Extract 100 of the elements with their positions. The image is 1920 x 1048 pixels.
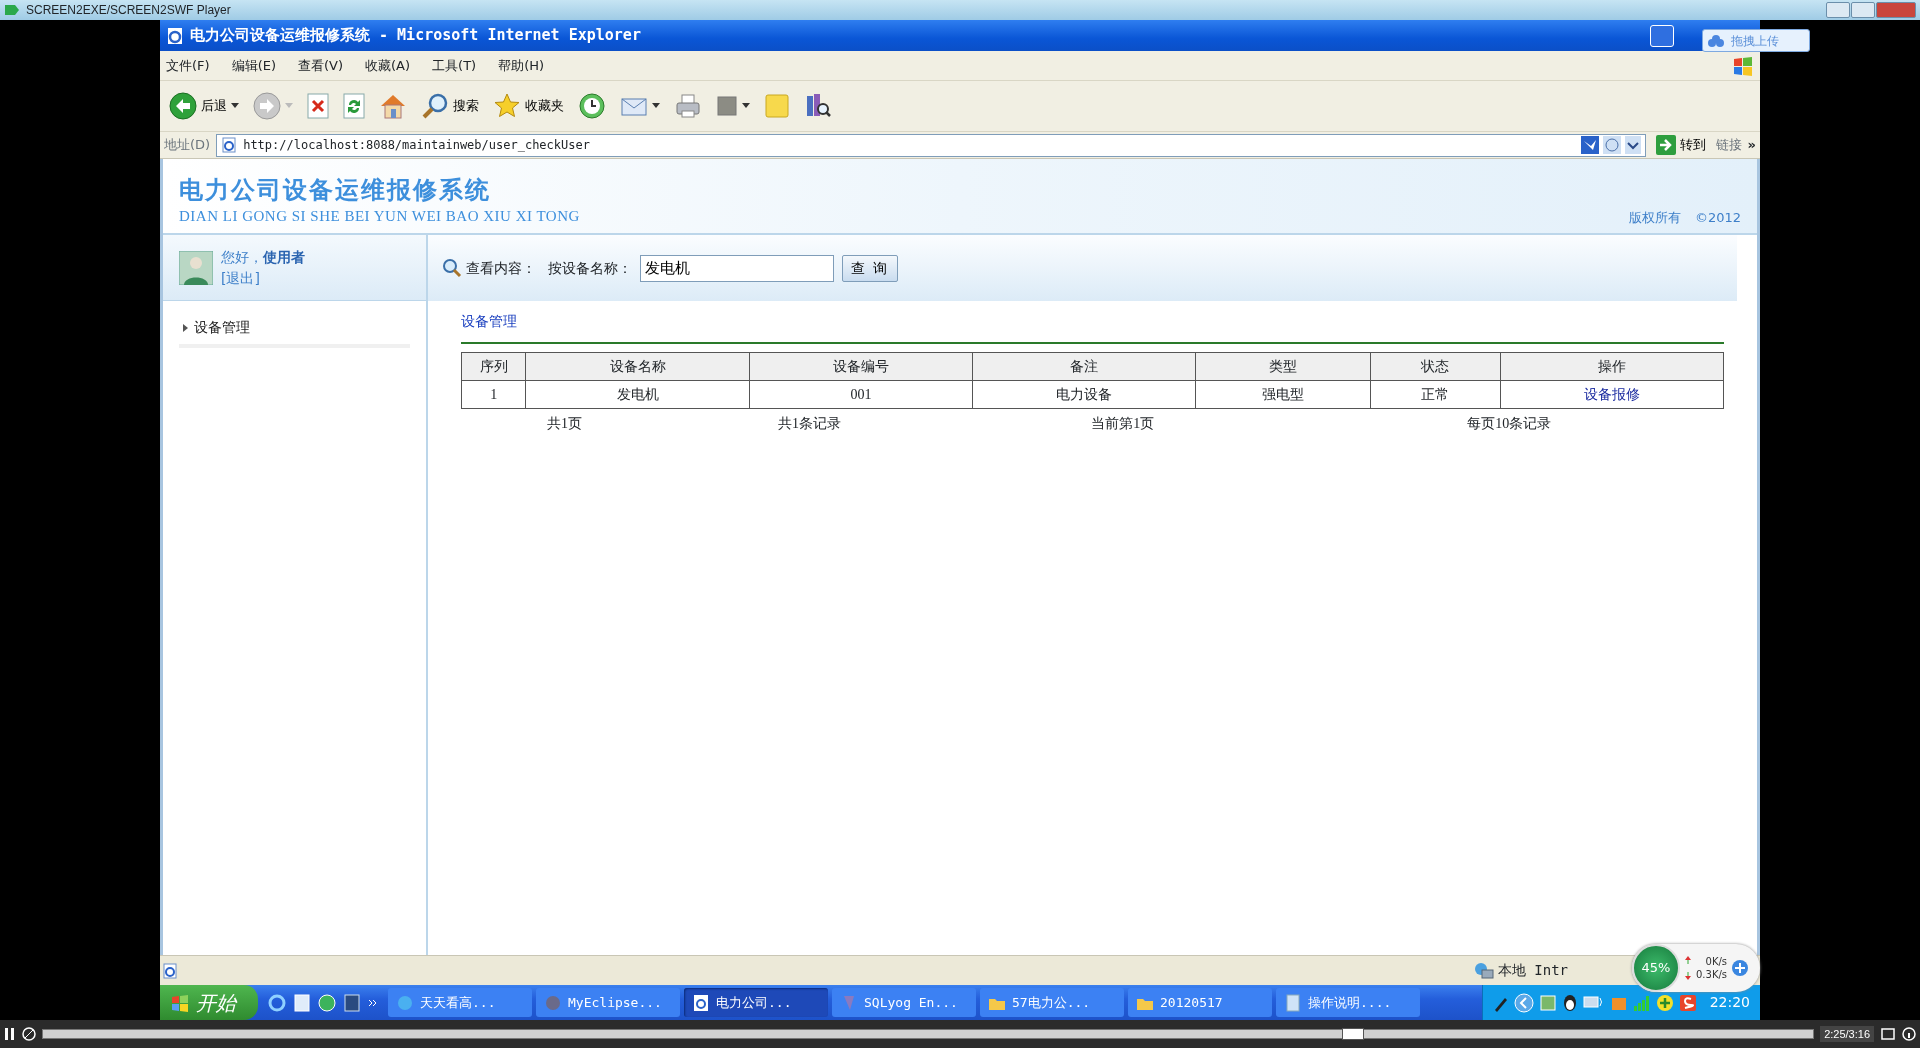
player-icon [4,3,20,17]
cube-icon [1538,993,1557,1012]
taskbar-button[interactable]: 57电力公... [980,988,1124,1017]
taskbar-button[interactable]: 操作说明.... [1276,988,1420,1017]
column-header: 备注 [972,352,1196,381]
page-icon [294,993,310,1012]
search-icon [421,92,449,120]
table-cell: 发电机 [525,380,750,409]
clock-icon [578,92,606,120]
copyright-text: 版权所有 [1628,208,1681,227]
column-header: 序列 [461,352,526,381]
search-field[interactable]: 发电机 [640,254,834,282]
copyright-year: ©2012 [1694,208,1741,227]
page-icon [692,993,710,1012]
window-title: 电力公司设备运维报修系统 - Microsoft Internet Explorer [190,25,641,47]
printer-icon [674,92,702,120]
star-icon [493,92,521,120]
caret-icon [231,103,239,109]
zone-text: 本地 Intr [1497,961,1568,980]
column-header: 类型 [1195,352,1371,381]
pager-text: 当前第1页 [1091,416,1155,431]
page-icon [162,962,178,979]
column-header: 设备名称 [525,352,750,381]
page-icon [166,26,184,45]
dropdown-icon [1624,136,1641,154]
taskbar-button[interactable]: MyEclipse... [536,988,680,1017]
menu-item[interactable]: 文件(F) [166,55,210,76]
percent-text: 45% [1632,944,1680,992]
caret-icon [652,103,660,109]
cloud-icon [1707,33,1725,48]
favorites-button[interactable]: 收藏夹 [490,90,567,122]
repair-link[interactable]: 设备报修 [1583,387,1640,402]
nav-item[interactable]: 设备管理 [179,315,410,348]
pause-icon [4,1027,16,1041]
caret-icon [742,103,750,109]
search-label: 查看内容： [466,258,536,278]
pager-text: 共1页 [547,416,583,431]
stop-icon [307,93,329,119]
taskbar-button[interactable]: SQLyog En... [832,988,976,1017]
back-button[interactable]: 后退 [166,90,242,122]
address-field[interactable]: http://localhost:8088/maintainweb/user_checkUser [216,133,1646,157]
download-speed: 0.3K/s [1696,968,1728,981]
chevron-icon [368,997,378,1008]
clock-text: 22:20 [1709,993,1750,1012]
arrows-icon [1684,955,1692,981]
greeting-text: 您好，使用者 [221,247,305,267]
restore-button[interactable] [1851,2,1875,18]
network-icon [1473,961,1494,980]
refresh-button[interactable] [340,91,368,121]
menu-item[interactable]: 编辑(E) [231,55,276,76]
taskbar-button[interactable]: 20120517 [1128,988,1272,1017]
time-text: 2:25/3:16 [1820,1025,1874,1043]
menu-item[interactable]: 帮助(H) [498,55,545,76]
chevron-icon [1513,992,1534,1013]
column-header: 设备编号 [749,352,973,381]
table-cell: 电力设备 [972,380,1196,409]
fullscreen-icon [1880,1027,1896,1041]
pager-text: 共1条记录 [778,416,842,431]
taskbar-button[interactable]: 电力公司... [684,988,828,1017]
table-cell: 强电型 [1195,380,1371,409]
page-icon [221,137,238,153]
sphere-icon [544,993,562,1012]
query-button[interactable]: 查 询 [842,254,899,282]
menu-item[interactable]: 查看(V) [298,55,344,76]
menu-item[interactable]: 工具(T) [432,55,477,76]
document-icon [1284,993,1302,1012]
links-label: 链接 [1715,136,1742,155]
penguin-icon [1561,993,1578,1012]
caret-icon [285,103,293,109]
search-icon [442,258,462,278]
site-title: 电力公司设备运维报修系统 [179,175,492,205]
stop-button[interactable] [304,91,332,121]
column-header: 操作 [1500,352,1724,381]
menu-item[interactable]: 收藏(A) [365,55,411,76]
table-cell: 正常 [1370,380,1501,409]
logout-link[interactable]: [退出] [221,269,260,286]
field-label: 按设备名称： [548,258,632,278]
ie-icon [268,993,286,1012]
site-subtitle: DIAN LI GONG SI SHE BEI YUN WEI BAO XIU XI TONG [179,206,580,226]
minimize-button[interactable] [1826,2,1850,18]
progress-thumb[interactable] [1341,1028,1364,1040]
info-icon [1902,1027,1916,1041]
chevron-button[interactable]: » [1747,135,1756,155]
go-button[interactable]: 转到 [1651,135,1710,155]
refresh-icon [343,93,365,119]
search-button[interactable]: 搜索 [418,90,482,122]
square-icon [716,95,738,117]
stop-icon [22,1027,36,1041]
address-label: 地址(D) [164,136,211,155]
column-header: 状态 [1370,352,1501,381]
input-method-icon [1678,993,1697,1012]
globe-icon [318,993,336,1012]
taskbar-button[interactable]: 天天看高... [388,988,532,1017]
table-cell: 001 [749,380,973,409]
note-icon [764,93,790,119]
windows-logo-icon [1732,54,1754,77]
section-link[interactable]: 设备管理 [461,311,1724,344]
upload-speed: 0K/s [1704,955,1728,968]
table-cell: 1 [461,380,526,409]
forward-button[interactable] [250,90,296,122]
